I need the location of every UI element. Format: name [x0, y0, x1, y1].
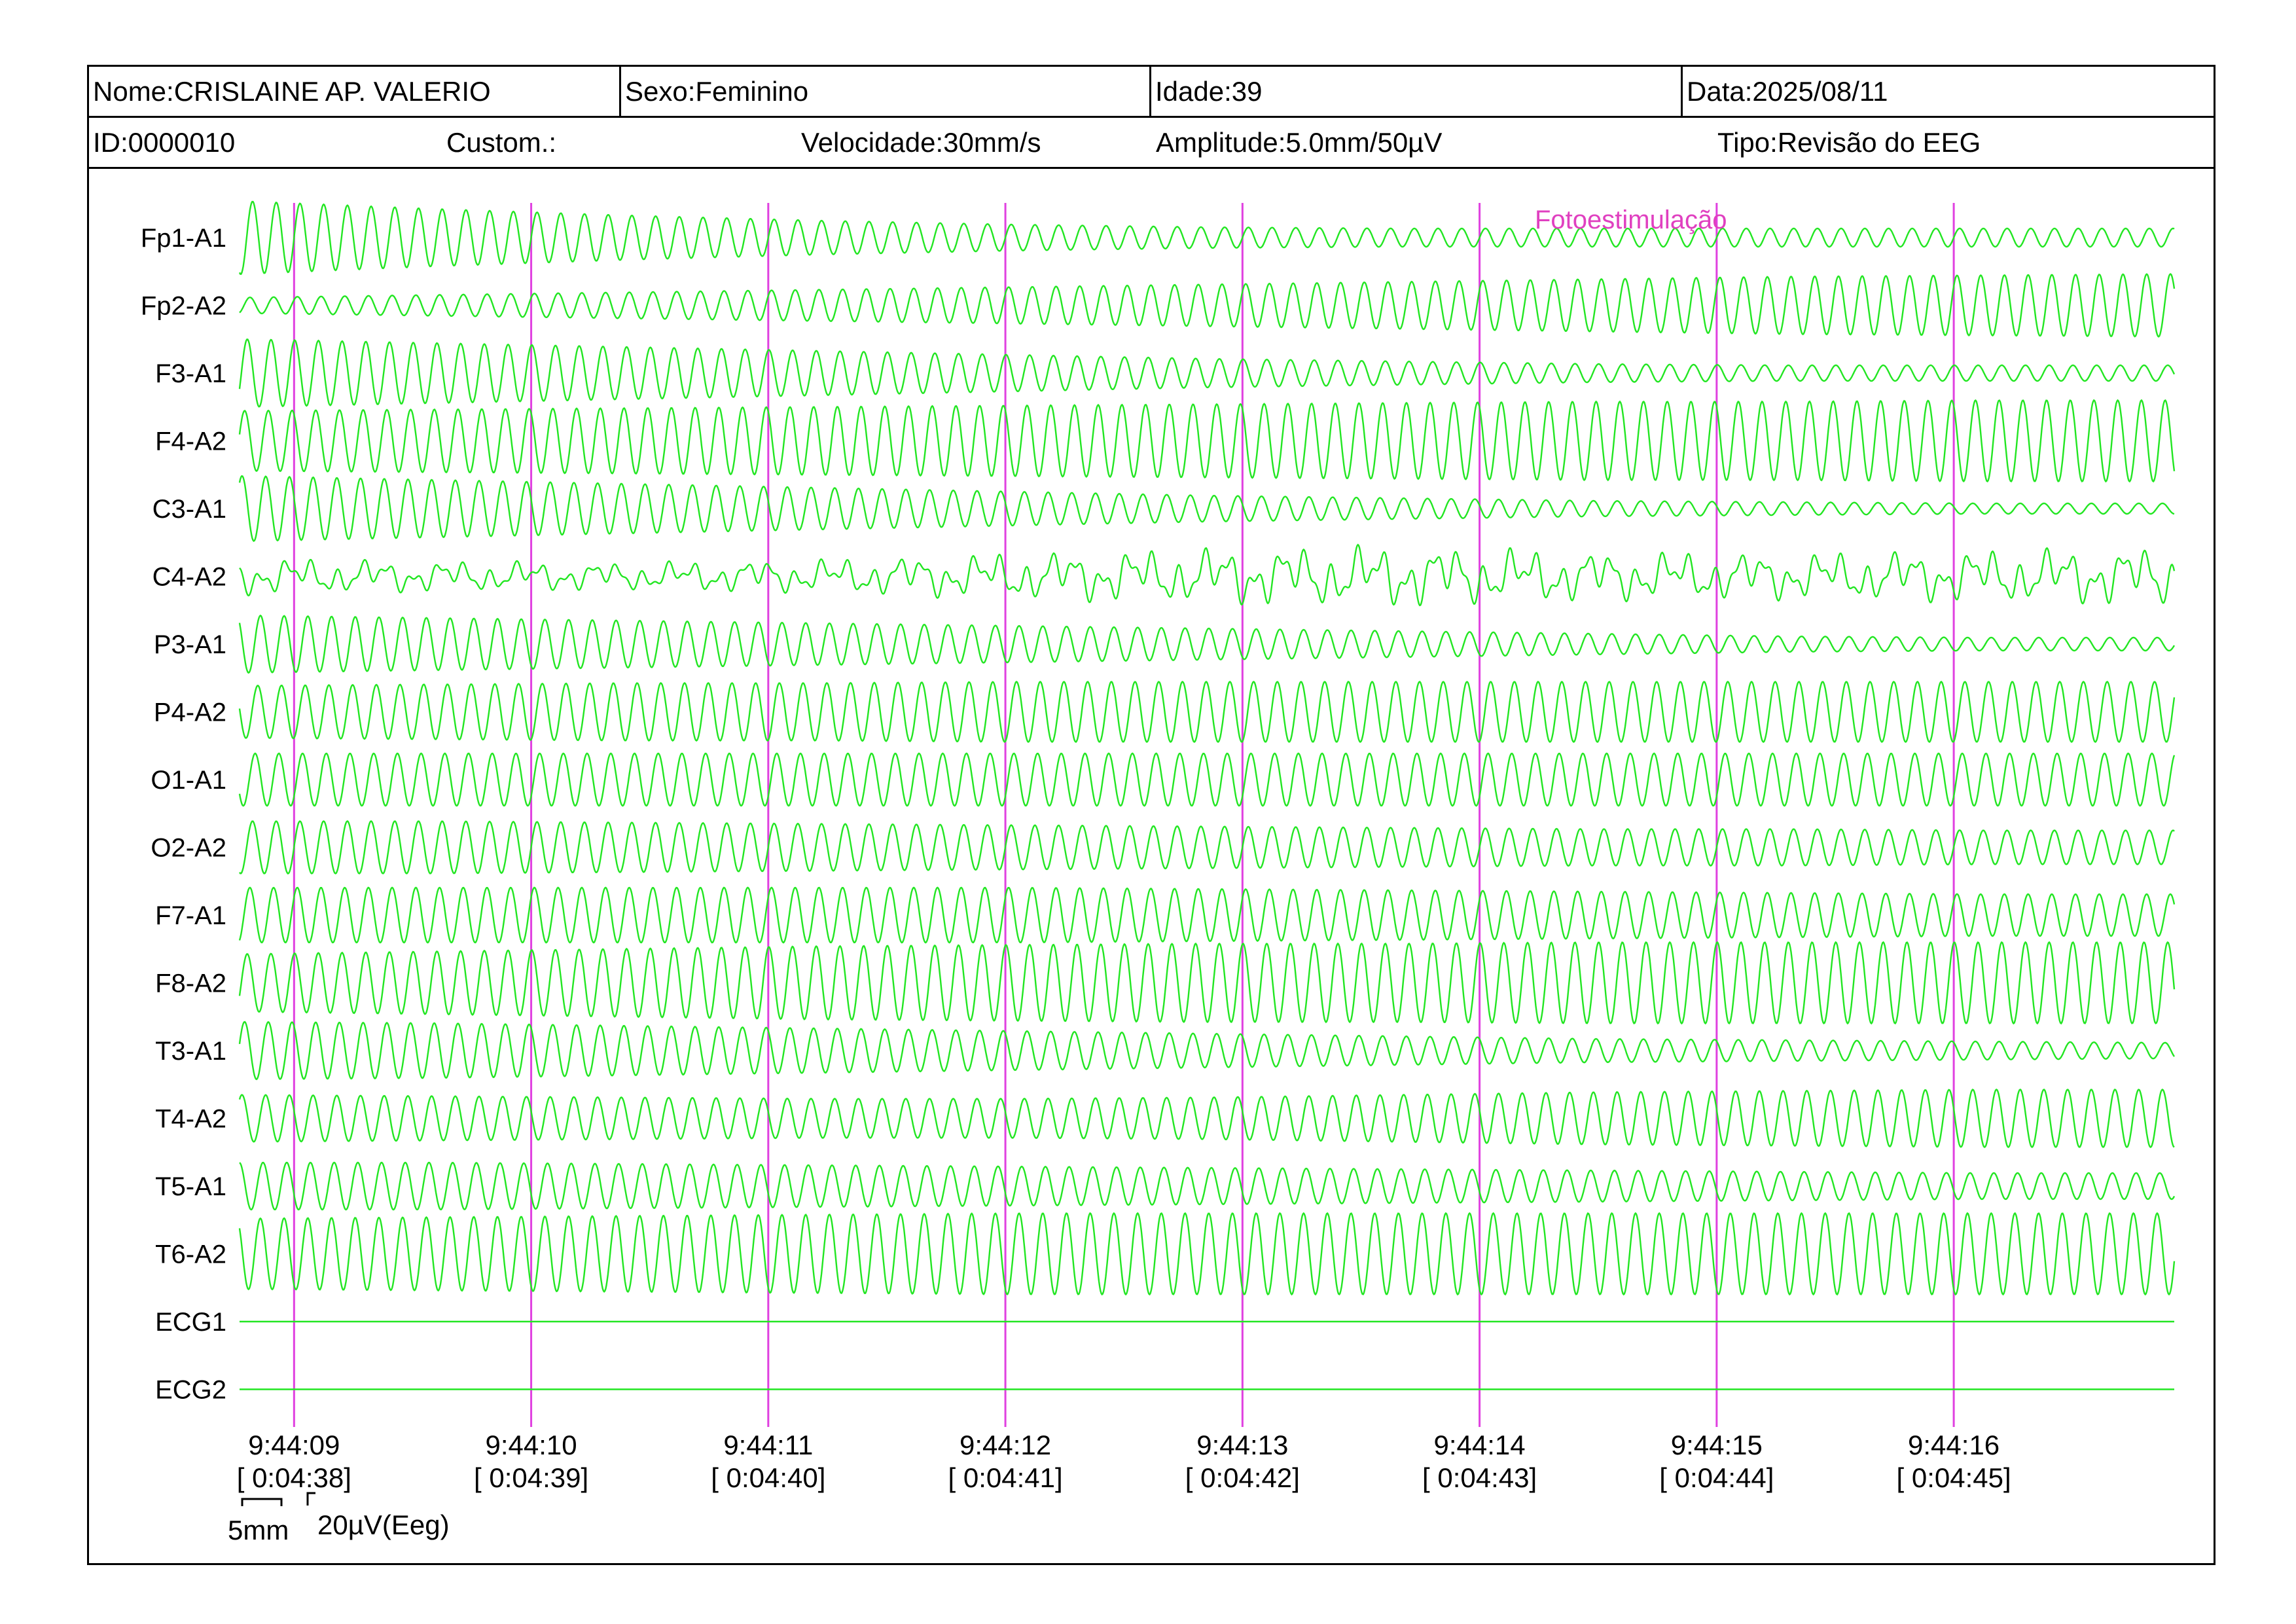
channel-label: O1-A1	[151, 766, 226, 795]
eeg-trace	[238, 886, 2176, 944]
time-markers	[293, 203, 1955, 1427]
eeg-chart: Fp1-A1 Fp2-A2 F3-A1 F4-A2 C3-A1 C4-A2 P3-A1 P4-…	[141, 200, 2176, 1545]
amplitude-scale-label: 20µV(Eeg)	[317, 1509, 450, 1540]
amplitude-scale-bracket	[306, 1492, 315, 1506]
time-clock-label: 9:44:14	[1434, 1430, 1526, 1460]
time-clock-label: 9:44:10	[486, 1430, 577, 1460]
time-elapsed-label: [ 0:04:45]	[1897, 1462, 2011, 1493]
eeg-trace	[239, 1161, 2176, 1211]
eeg-trace	[238, 941, 2176, 1025]
time-clock-label: 9:44:16	[1908, 1430, 2000, 1460]
channel-label: P4-A2	[154, 698, 226, 727]
eeg-trace	[238, 1088, 2175, 1149]
eeg-trace	[238, 752, 2176, 807]
time-clock-label: 9:44:09	[248, 1430, 340, 1460]
time-clock-label: 9:44:12	[960, 1430, 1051, 1460]
channel-labels: Fp1-A1 Fp2-A2 F3-A1 F4-A2 C3-A1 C4-A2 P3-A1 P4-…	[141, 224, 226, 1405]
channel-label: ECG2	[155, 1376, 226, 1405]
channel-label: P3-A1	[154, 630, 226, 659]
eeg-trace	[238, 1212, 2176, 1296]
eeg-trace	[238, 200, 2175, 275]
event-label-photostimulation: Fotoestimulação	[1535, 206, 1727, 234]
time-scale-bracket	[241, 1498, 283, 1506]
time-elapsed-label: [ 0:04:40]	[711, 1462, 825, 1493]
time-clock-label: 9:44:15	[1671, 1430, 1763, 1460]
eeg-trace	[238, 475, 2175, 542]
eeg-trace	[238, 680, 2176, 744]
eeg-trace	[238, 1020, 2176, 1081]
scale-bar: 5mm 20µV(Eeg)	[228, 1492, 450, 1545]
channel-label: T6-A2	[155, 1240, 226, 1269]
eeg-traces	[238, 200, 2176, 1390]
time-elapsed-label: [ 0:04:38]	[237, 1462, 351, 1493]
eeg-trace	[239, 273, 2176, 338]
eeg-trace	[239, 543, 2176, 607]
channel-label: C3-A1	[152, 495, 226, 524]
channel-label: O2-A2	[151, 834, 226, 863]
channel-label: F7-A1	[155, 901, 226, 930]
eeg-trace	[238, 614, 2176, 674]
eeg-trace	[238, 399, 2176, 483]
channel-label: F3-A1	[155, 359, 226, 388]
time-clock-label: 9:44:13	[1196, 1430, 1288, 1460]
eeg-trace	[239, 820, 2175, 875]
time-elapsed-label: [ 0:04:43]	[1422, 1462, 1537, 1493]
channel-label: F8-A2	[155, 969, 226, 998]
time-scale-label: 5mm	[228, 1515, 289, 1545]
time-elapsed-label: [ 0:04:41]	[948, 1462, 1063, 1493]
channel-label: T4-A2	[155, 1105, 226, 1134]
channel-label: T3-A1	[155, 1037, 226, 1066]
channel-label: Fp1-A1	[141, 224, 226, 253]
time-elapsed-label: [ 0:04:42]	[1185, 1462, 1300, 1493]
time-clock-label: 9:44:11	[723, 1430, 813, 1460]
time-elapsed-label: [ 0:04:39]	[474, 1462, 588, 1493]
channel-label: C4-A2	[152, 563, 226, 592]
channel-label: T5-A1	[155, 1172, 226, 1201]
time-axis: 9:44:09[ 0:04:38] 9:44:10[ 0:04:39] 9:44:1…	[237, 1430, 2011, 1493]
channel-label: F4-A2	[155, 427, 226, 456]
channel-label: ECG1	[155, 1308, 226, 1337]
eeg-trace	[238, 338, 2176, 408]
channel-label: Fp2-A2	[141, 292, 226, 321]
time-elapsed-label: [ 0:04:44]	[1659, 1462, 1774, 1493]
